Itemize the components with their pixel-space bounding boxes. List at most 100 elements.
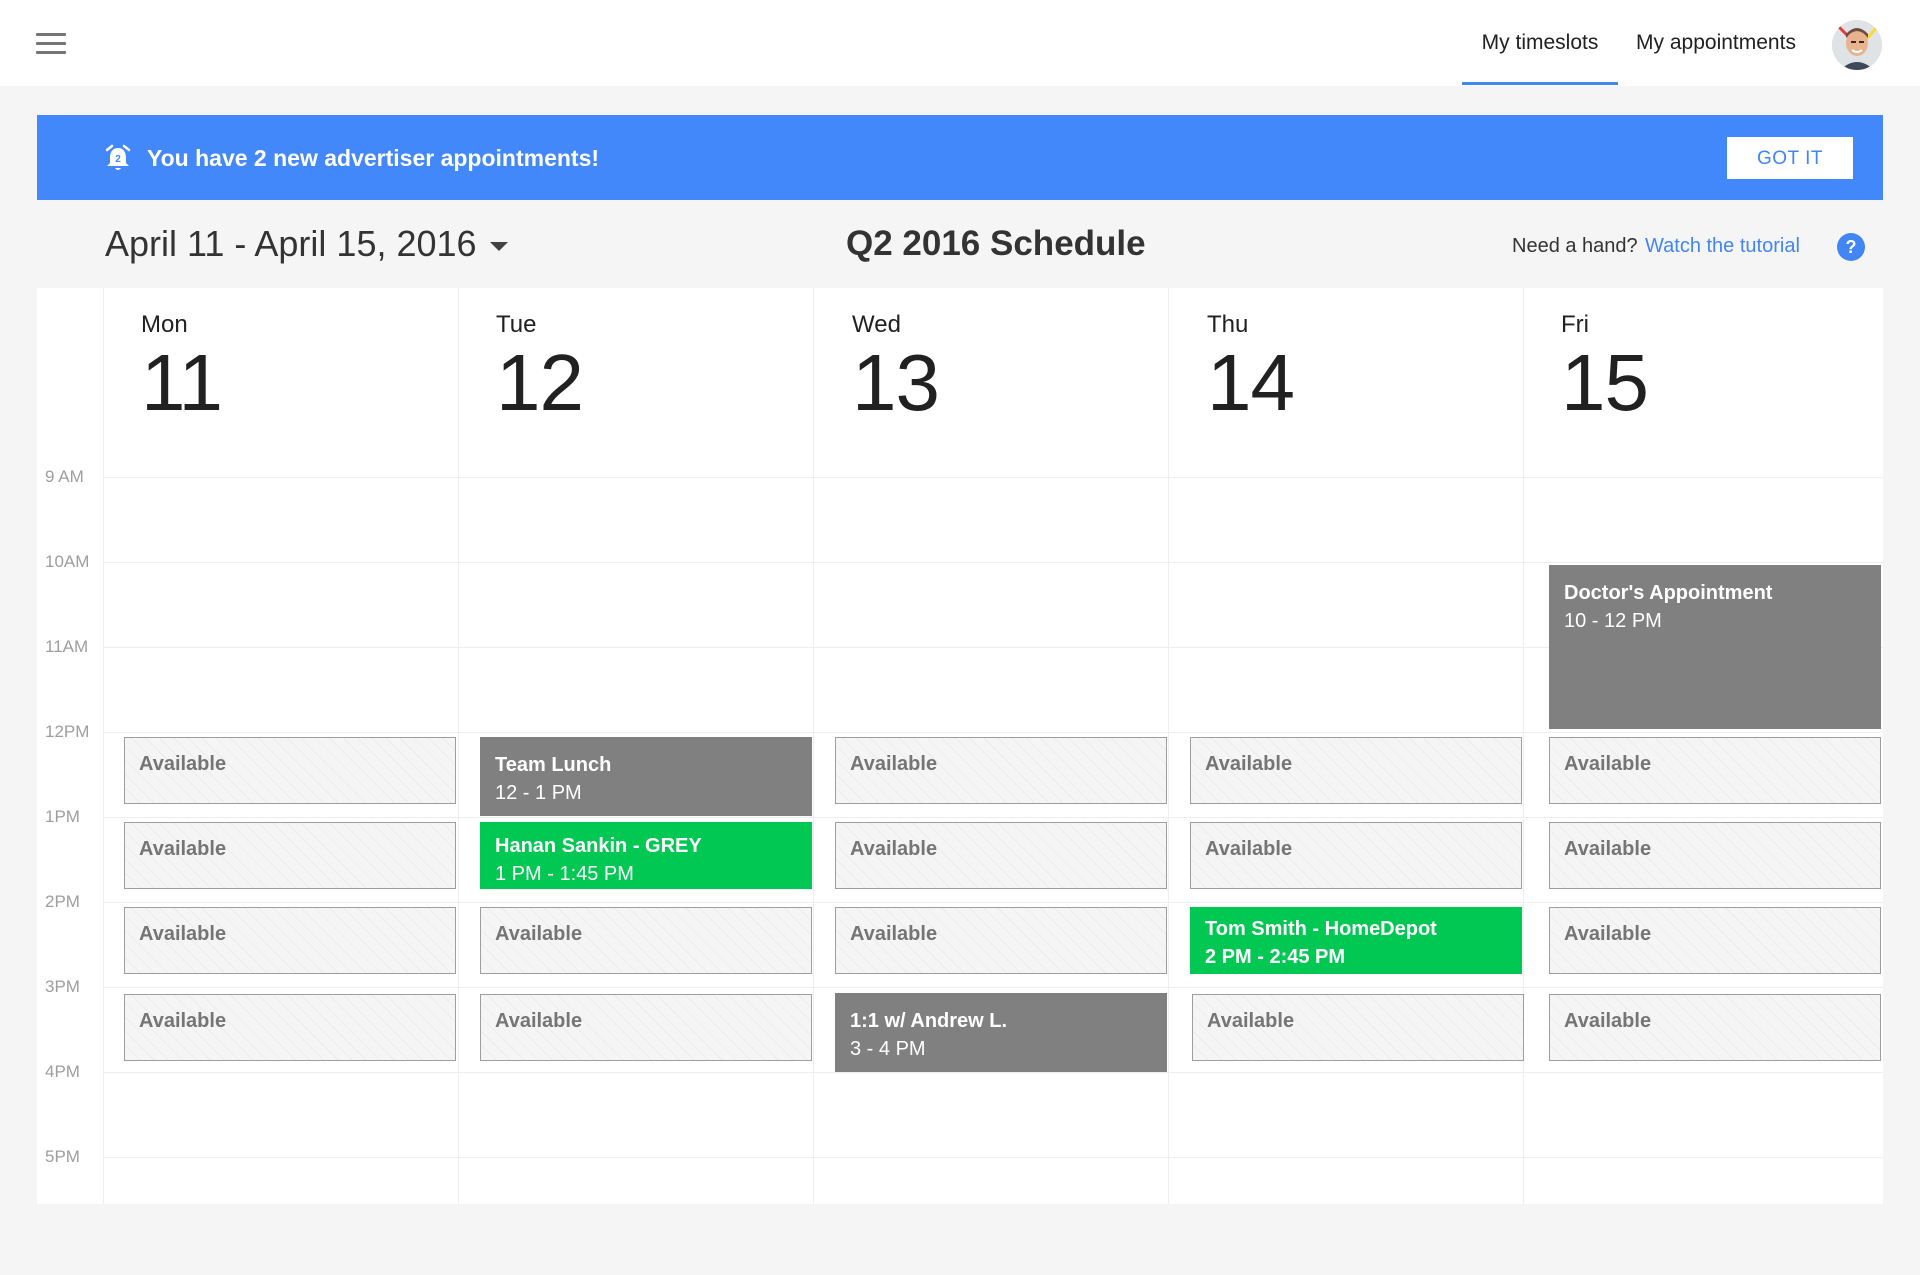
time-label: 10AM (45, 552, 90, 571)
available-slot[interactable]: Available (1190, 737, 1522, 804)
column-divider (103, 288, 104, 1204)
column-divider (1168, 288, 1169, 1204)
day-number: 13 (852, 338, 940, 427)
available-slot[interactable]: Available (124, 822, 456, 889)
slot-label: Available (139, 753, 227, 775)
slot-label: Available (495, 923, 583, 945)
available-slot[interactable]: Available (1190, 822, 1522, 889)
slot-label: Available (1207, 1010, 1295, 1032)
slot-label: Available (139, 923, 227, 945)
hour-line (103, 732, 1883, 733)
time-label: 5PM (45, 1147, 80, 1166)
time-label: 2PM (45, 892, 80, 911)
page-title: Q2 2016 Schedule (846, 224, 1146, 263)
slot-label: Available (1205, 753, 1293, 775)
appointment-block[interactable]: Tom Smith - HomeDepot 2 PM - 2:45 PM (1190, 907, 1522, 974)
appointment-time: 2 PM - 2:45 PM (1205, 946, 1346, 968)
time-label: 12PM (45, 722, 90, 741)
available-slot[interactable]: Available (124, 737, 456, 804)
available-slot[interactable]: Available (1549, 994, 1881, 1061)
slot-label: Available (1205, 838, 1293, 860)
chevron-down-icon[interactable] (490, 242, 508, 251)
hour-line (103, 1072, 1883, 1073)
top-app-bar: My timeslots My appointments (0, 0, 1920, 86)
slot-label: Available (850, 838, 938, 860)
time-label: 4PM (45, 1062, 80, 1081)
event-time: 12 - 1 PM (495, 782, 582, 804)
event-title: Team Lunch (495, 754, 612, 776)
appointment-title: Tom Smith - HomeDepot (1205, 918, 1437, 940)
hour-line (103, 477, 1883, 478)
column-divider (1523, 288, 1524, 1204)
event-title: 1:1 w/ Andrew L. (850, 1010, 1008, 1032)
slot-label: Available (139, 1010, 227, 1032)
day-number: 12 (496, 338, 584, 427)
appointment-time: 1 PM - 1:45 PM (495, 863, 634, 885)
event-block[interactable]: 1:1 w/ Andrew L. 3 - 4 PM (835, 993, 1167, 1072)
slot-label: Available (1564, 838, 1652, 860)
hour-line (103, 562, 1883, 563)
alarm-bell-icon: 2 (105, 144, 131, 170)
hour-line (103, 987, 1883, 988)
event-time: 3 - 4 PM (850, 1038, 926, 1060)
hour-line (103, 1157, 1883, 1158)
day-header-tue: Tue 12 (496, 310, 584, 427)
slot-label: Available (1564, 923, 1652, 945)
day-header-mon: Mon 11 (141, 310, 223, 427)
svg-text:?: ? (1846, 237, 1857, 257)
tab-my-timeslots[interactable]: My timeslots (1462, 0, 1618, 86)
appointment-block[interactable]: Hanan Sankin - GREY 1 PM - 1:45 PM (480, 822, 812, 889)
day-number: 15 (1561, 338, 1649, 427)
user-avatar[interactable] (1832, 20, 1882, 70)
svg-text:2: 2 (115, 154, 121, 165)
available-slot[interactable]: Available (1549, 737, 1881, 804)
time-label: 1PM (45, 807, 80, 826)
day-number: 14 (1207, 338, 1295, 427)
day-header-thu: Thu 14 (1207, 310, 1295, 427)
day-name: Tue (496, 311, 537, 338)
hour-line (103, 817, 1883, 818)
menu-icon[interactable] (36, 33, 66, 55)
got-it-button[interactable]: GOT IT (1727, 137, 1853, 179)
slot-label: Available (850, 753, 938, 775)
time-label: 11AM (45, 637, 89, 656)
available-slot[interactable]: Available (480, 907, 812, 974)
slot-label: Available (139, 838, 227, 860)
day-name: Wed (852, 311, 901, 338)
column-divider (813, 288, 814, 1204)
available-slot[interactable]: Available (1549, 907, 1881, 974)
available-slot[interactable]: Available (835, 822, 1167, 889)
slot-label: Available (1564, 1010, 1652, 1032)
available-slot[interactable]: Available (835, 737, 1167, 804)
available-slot[interactable]: Available (124, 907, 456, 974)
date-range-selector[interactable]: April 11 - April 15, 2016 (105, 220, 477, 268)
appointment-title: Hanan Sankin - GREY (495, 835, 702, 857)
notification-banner: 2 You have 2 new advertiser appointments… (37, 115, 1883, 200)
available-slot[interactable]: Available (1549, 822, 1881, 889)
available-slot[interactable]: Available (480, 994, 812, 1061)
event-time: 10 - 12 PM (1564, 610, 1662, 632)
hour-line (103, 902, 1883, 903)
available-slot[interactable]: Available (835, 907, 1167, 974)
available-slot[interactable]: Available (124, 994, 456, 1061)
time-label: 9 AM (45, 467, 84, 486)
event-block[interactable]: Team Lunch 12 - 1 PM (480, 737, 812, 816)
tutorial-link[interactable]: Watch the tutorial (1645, 232, 1800, 260)
banner-message: You have 2 new advertiser appointments! (147, 145, 600, 171)
event-title: Doctor's Appointment (1564, 582, 1773, 604)
help-prompt: Need a hand? (1512, 235, 1638, 257)
event-block[interactable]: Doctor's Appointment 10 - 12 PM (1549, 565, 1881, 729)
day-name: Mon (141, 311, 188, 338)
day-number: 11 (141, 338, 223, 427)
day-name: Fri (1561, 311, 1589, 338)
column-divider (458, 288, 459, 1204)
available-slot[interactable]: Available (1192, 994, 1524, 1061)
time-label: 3PM (45, 977, 80, 996)
day-name: Thu (1207, 311, 1249, 338)
slot-label: Available (1564, 753, 1652, 775)
slot-label: Available (495, 1010, 583, 1032)
day-header-fri: Fri 15 (1561, 310, 1649, 427)
help-icon[interactable]: ? (1836, 232, 1866, 262)
tab-my-appointments[interactable]: My appointments (1628, 0, 1804, 86)
week-calendar: 9 AM 10AM 11AM 12PM 1PM 2PM 3PM 4PM 5PM … (37, 288, 1883, 1204)
